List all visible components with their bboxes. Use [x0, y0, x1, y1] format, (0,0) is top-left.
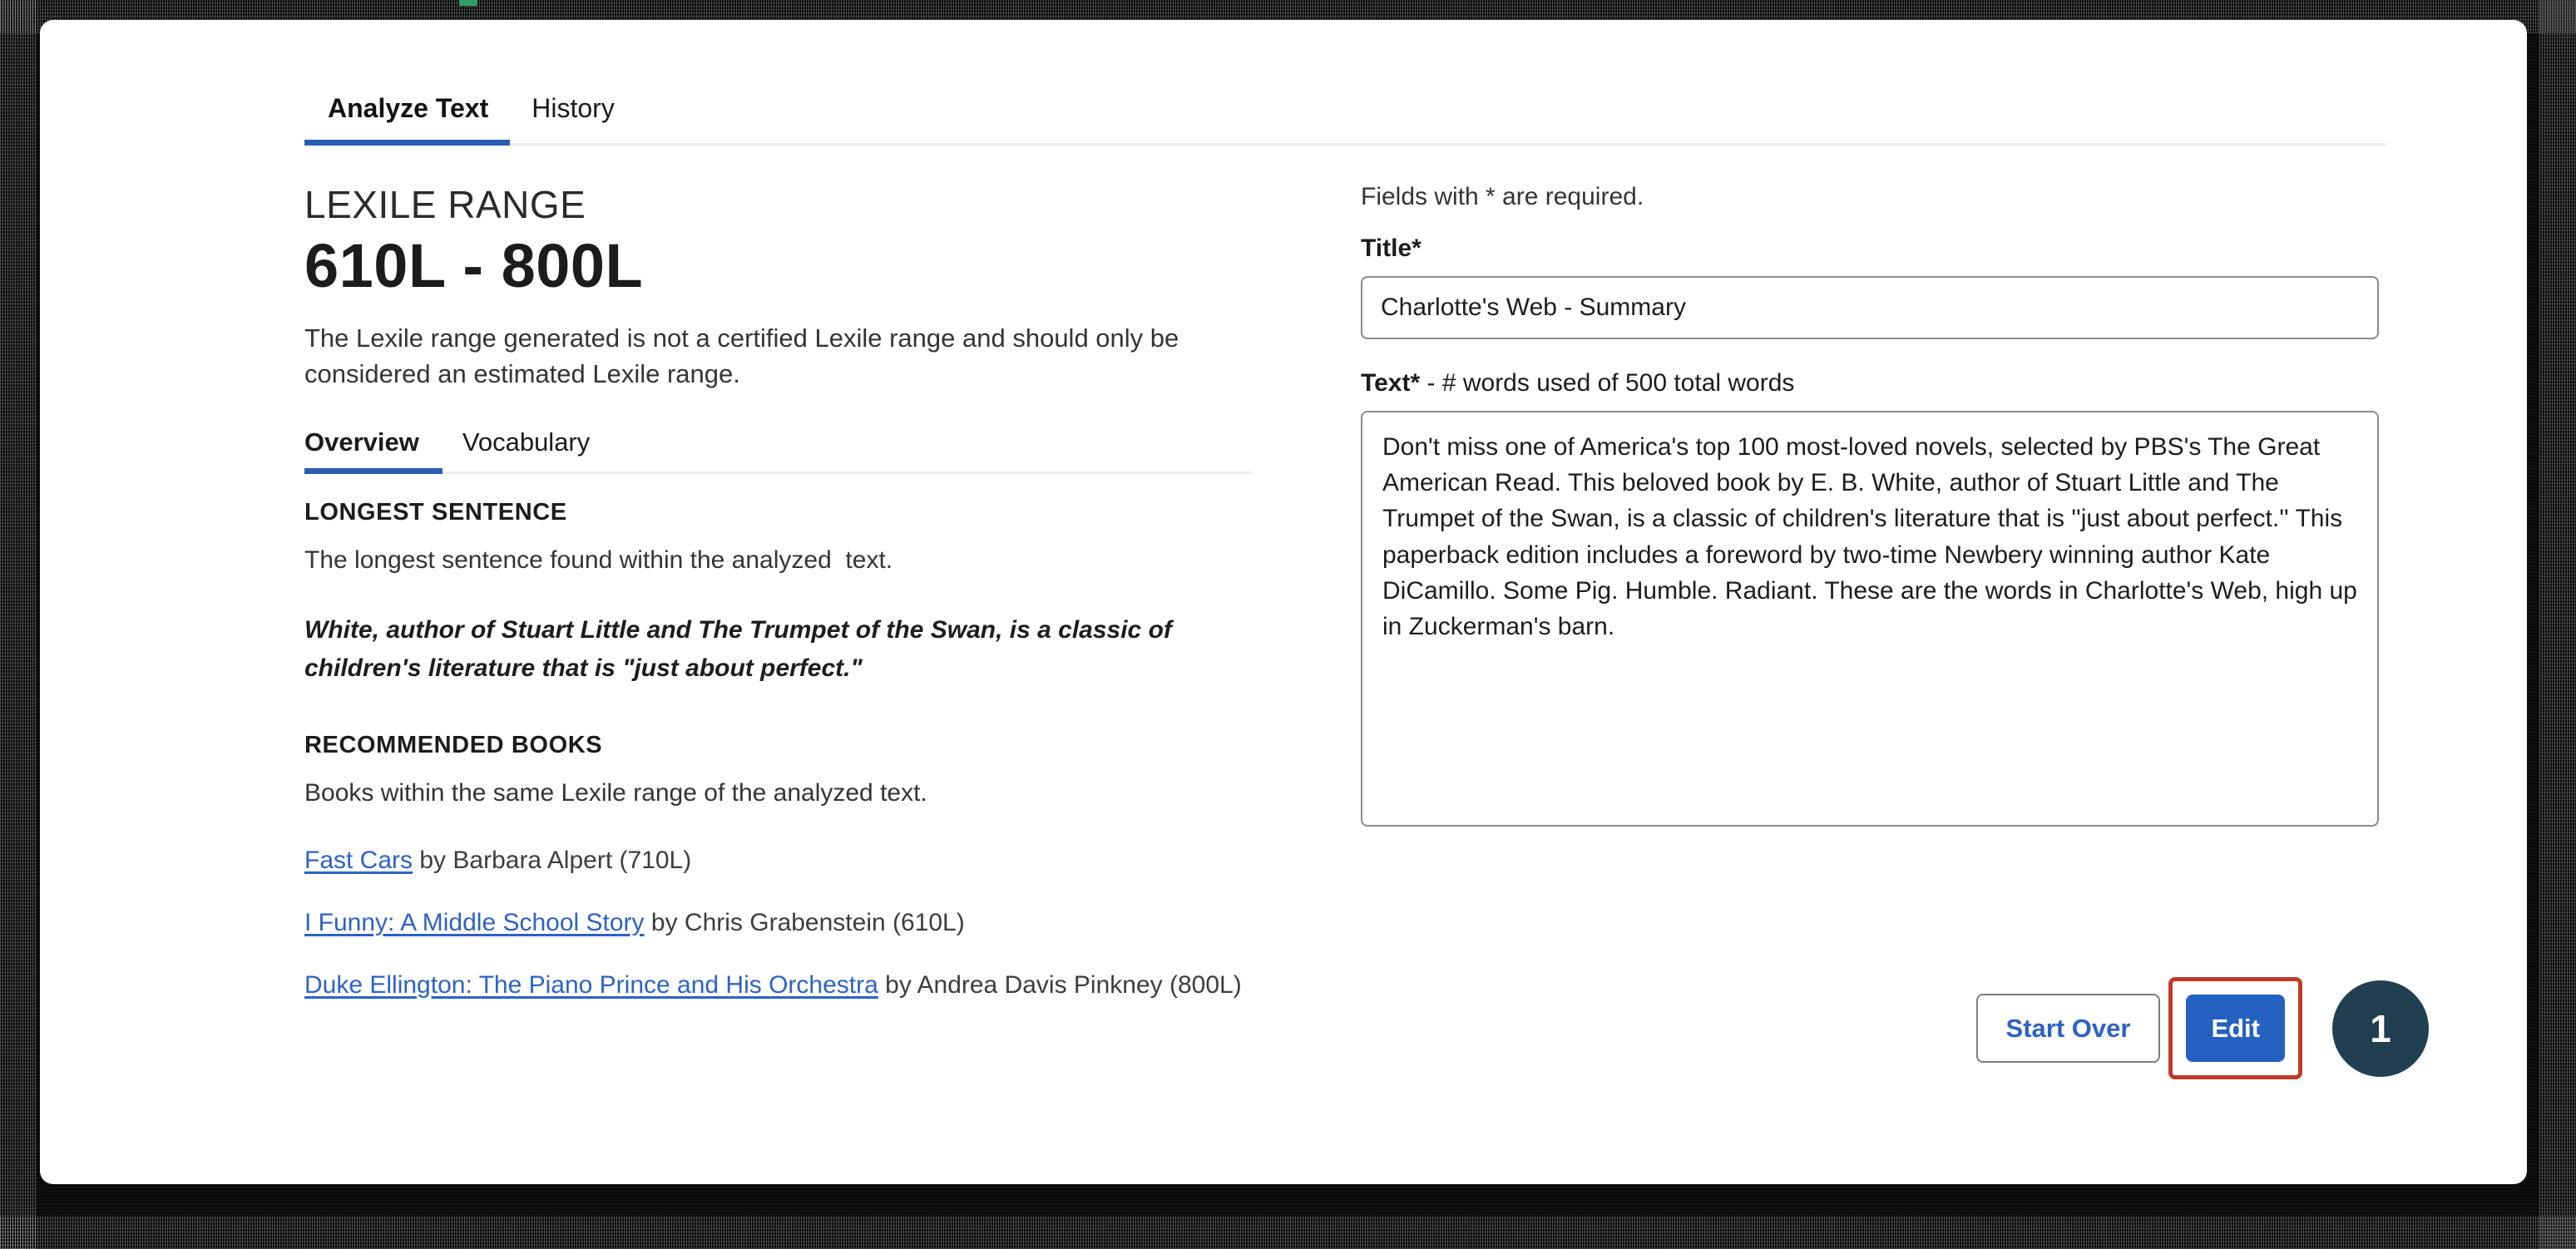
input-form-panel: Fields with * are required. Title* Text*… [1361, 183, 2386, 827]
book-link-duke-ellington[interactable]: Duke Ellington: The Piano Prince and His… [304, 971, 878, 999]
result-sub-tab-bar: Overview Vocabulary [304, 429, 1253, 474]
recommended-books-heading: RECOMMENDED BOOKS [304, 731, 603, 758]
lexile-range-value: 610L - 800L [304, 230, 644, 300]
longest-sentence-description: The longest sentence found within the an… [304, 546, 893, 574]
step-number-badge: 1 [2332, 980, 2429, 1077]
form-action-row: Start Over Edit 1 [1975, 977, 2429, 1079]
lexile-disclaimer: The Lexile range generated is not a cert… [304, 323, 1179, 389]
main-tab-bar: Analyze Text History [304, 95, 2386, 146]
subtab-overview-label: Overview [304, 427, 419, 457]
required-fields-note: Fields with * are required. [1361, 183, 1644, 210]
text-required-asterisk: * [1410, 369, 1421, 397]
recommended-books-description: Books within the same Lexile range of th… [304, 778, 927, 807]
list-item: Duke Ellington: The Piano Prince and His… [304, 969, 1286, 1001]
frame-noise-right [2539, 0, 2576, 1249]
frame-noise-left [0, 0, 37, 1249]
book-meta-fast-cars: by Barbara Alpert (710L) [413, 846, 692, 874]
title-required-asterisk: * [1412, 234, 1421, 262]
screen-background: Analyze Text History LEXILE RANGE 610L -… [0, 0, 2576, 1249]
results-panel: LEXILE RANGE 610L - 800L The Lexile rang… [304, 183, 1286, 1031]
book-meta-duke-ellington: by Andrea Davis Pinkney (800L) [878, 970, 1242, 999]
tab-analyze-text[interactable]: Analyze Text [304, 93, 511, 146]
subtab-vocabulary[interactable]: Vocabulary [443, 429, 610, 471]
tab-history[interactable]: History [510, 95, 636, 143]
tab-analyze-text-label: Analyze Text [328, 93, 489, 123]
list-item: Fast Cars by Barbara Alpert (710L) [304, 844, 1286, 876]
clipped-green-element [459, 0, 477, 6]
analyzer-card: Analyze Text History LEXILE RANGE 610L -… [40, 20, 2527, 1184]
tab-history-label: History [532, 93, 615, 123]
recommended-books-list: Fast Cars by Barbara Alpert (710L) I Fun… [304, 844, 1286, 1001]
text-input-area[interactable]: Don't miss one of America's top 100 most… [1361, 411, 2379, 827]
edit-button[interactable]: Edit [2186, 995, 2285, 1062]
text-field-label: Text* - # words used of 500 total words [1361, 369, 2386, 397]
word-count-hint: - # words used of 500 total words [1426, 369, 1795, 397]
book-meta-i-funny: by Chris Grabenstein (610L) [644, 908, 965, 936]
text-label-text: Text [1361, 369, 1411, 397]
title-input[interactable] [1361, 276, 2379, 339]
longest-sentence-heading: LONGEST SENTENCE [304, 498, 567, 526]
book-link-fast-cars[interactable]: Fast Cars [304, 847, 413, 874]
book-link-i-funny[interactable]: I Funny: A Middle School Story [304, 909, 645, 936]
frame-noise-bottom [0, 1216, 2576, 1249]
start-over-button[interactable]: Start Over [1975, 994, 2161, 1063]
lexile-range-kicker: LEXILE RANGE [304, 183, 586, 226]
title-field-label: Title* [1361, 234, 2386, 263]
list-item: I Funny: A Middle School Story by Chris … [304, 906, 1286, 939]
subtab-vocabulary-label: Vocabulary [462, 427, 591, 457]
edit-button-highlight: Edit [2168, 977, 2302, 1079]
longest-sentence-quote: White, author of Stuart Little and The T… [304, 615, 1172, 683]
subtab-overview[interactable]: Overview [304, 427, 443, 474]
title-label-text: Title [1361, 234, 1412, 262]
